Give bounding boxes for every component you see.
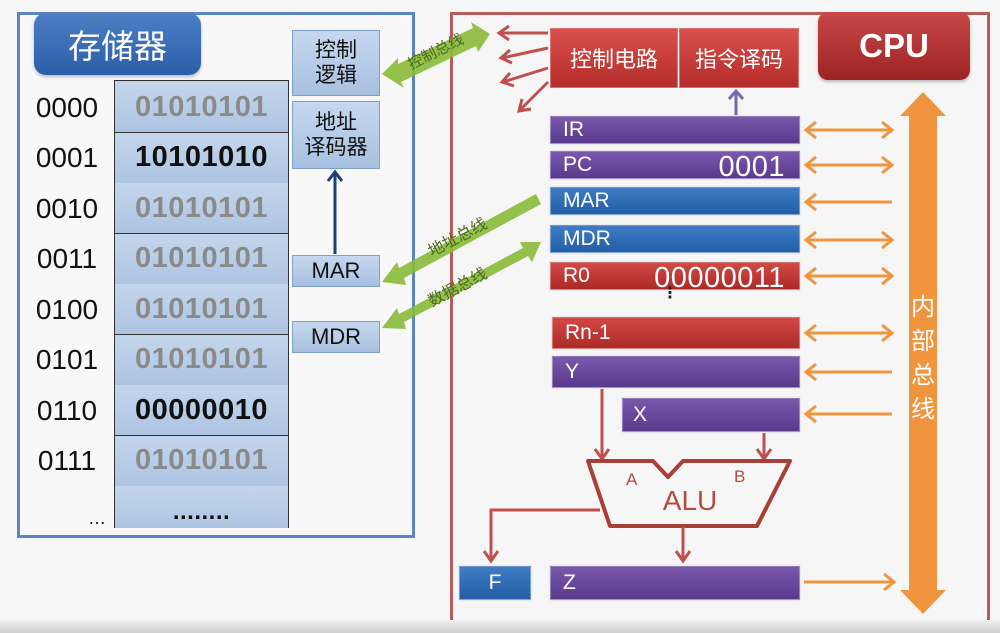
data-bus-label: 数据总线	[425, 264, 490, 311]
mar-to-decoder-arrow	[326, 169, 344, 254]
connector-mar	[803, 192, 892, 212]
internal-bus-label-char: 内	[911, 293, 935, 321]
alu-input-b-label: B	[734, 467, 745, 486]
internal-bus-label-char: 总	[911, 361, 935, 389]
control-signal-arrows	[496, 24, 550, 113]
internal-bus-label: 内 部 总 线	[903, 290, 943, 430]
connector-z	[804, 572, 897, 592]
connector-ir	[803, 120, 895, 140]
alu-input-a-label: A	[626, 470, 638, 489]
connector-r0	[803, 266, 895, 286]
connector-pc	[803, 155, 895, 175]
alu-label: ALU	[663, 485, 717, 516]
internal-bus-label-char: 线	[911, 395, 935, 423]
bottom-shade	[0, 620, 1000, 633]
bus-connectors	[803, 120, 897, 592]
connector-rn-1	[803, 323, 895, 343]
address-bus-label: 地址总线	[425, 214, 490, 261]
internal-bus-label-char: 部	[911, 327, 935, 355]
connector-y	[803, 362, 892, 382]
connector-mdr	[803, 230, 895, 250]
alu-input-wires	[593, 389, 773, 462]
connector-x	[803, 404, 892, 424]
ir-to-decoder-arrow	[727, 88, 745, 115]
diagram-wiring: 控制总线 地址总线 数据总线 A B ALU	[326, 22, 946, 614]
